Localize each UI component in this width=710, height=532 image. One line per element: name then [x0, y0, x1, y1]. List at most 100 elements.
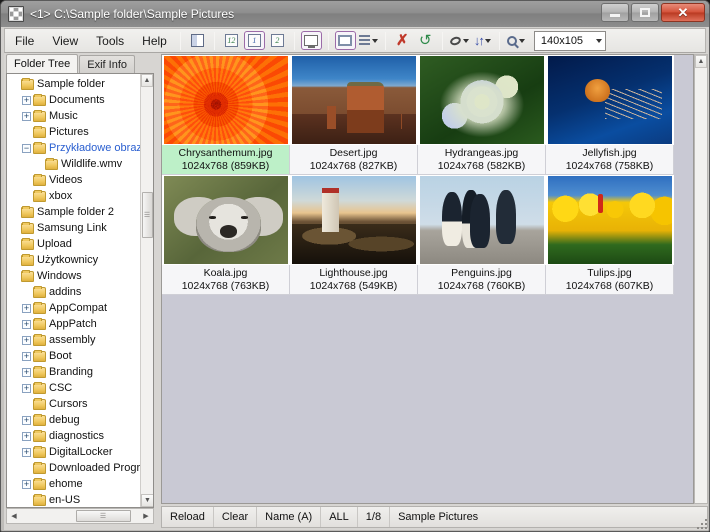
scroll-up-arrow[interactable]: ▲ [695, 55, 707, 68]
filter-label[interactable]: ALL [321, 507, 358, 527]
zoom-button[interactable] [506, 31, 527, 50]
tree-item[interactable]: + assembly [7, 332, 142, 348]
thumbnail-view[interactable]: Chrysanthemum.jpg 1024x768 (859KB) Desert.… [161, 54, 694, 504]
tree-item[interactable]: en-US [7, 492, 142, 507]
tree-item[interactable]: + AppCompat [7, 300, 142, 316]
clear-button[interactable]: Clear [214, 507, 258, 527]
tree-item[interactable]: − Przykładowe obrazy [7, 140, 147, 156]
page-12-view-button[interactable]: 12 [221, 31, 242, 50]
tree-item[interactable]: Windows [7, 268, 142, 284]
size-dropdown[interactable]: 140x105 [533, 30, 606, 51]
tree-item[interactable]: Downloaded Progra [7, 460, 146, 476]
expand-icon[interactable]: + [22, 447, 31, 457]
expand-icon[interactable]: + [22, 479, 31, 489]
tree-item[interactable]: + CSC [7, 380, 142, 396]
page-2-view-button[interactable]: 2 [267, 31, 288, 50]
tree-item[interactable]: + DigitalLocker [7, 444, 142, 460]
tree-item[interactable]: Sample folder [7, 76, 142, 92]
tree-item[interactable]: + ehome [7, 476, 142, 492]
folder-tree[interactable]: Sample folder + Documents + Music Pictures − Pr… [6, 73, 154, 508]
thumbnail-view-button[interactable] [334, 31, 356, 50]
thumbnail-image[interactable] [290, 175, 418, 265]
thumbnail-cell[interactable]: Koala.jpg 1024x768 (763KB) [162, 175, 290, 295]
window-view-button[interactable] [300, 31, 322, 50]
thumbnail-image[interactable] [546, 175, 674, 265]
scroll-left-arrow[interactable]: ◀ [7, 509, 21, 523]
menu-help[interactable]: Help [134, 31, 175, 51]
tree-horizontal-scrollbar[interactable]: ◀ ☰ ▶ [6, 508, 154, 524]
tree-item[interactable]: Sample folder 2 [7, 204, 142, 220]
close-button[interactable]: ✕ [661, 3, 705, 22]
expand-icon[interactable]: + [22, 303, 31, 313]
thumbnail-cell[interactable]: Hydrangeas.jpg 1024x768 (582KB) [418, 55, 546, 175]
tree-item[interactable]: Wildlife.wmv [7, 156, 142, 172]
expand-icon[interactable]: + [22, 367, 31, 377]
tree-item[interactable]: + debug [7, 412, 142, 428]
minimize-button[interactable] [601, 3, 629, 22]
thumbnail-image[interactable] [290, 55, 418, 145]
delete-button[interactable]: ✗ [392, 31, 413, 50]
tree-item[interactable]: addins [7, 284, 142, 300]
expand-icon[interactable]: + [22, 431, 31, 441]
tree-item[interactable]: Samsung Link [7, 220, 142, 236]
thumbnail-image[interactable] [162, 175, 290, 265]
expand-icon[interactable]: + [22, 415, 31, 425]
hscroll-thumb[interactable]: ☰ [76, 510, 131, 522]
tree-item[interactable]: Użytkownicy [7, 252, 142, 268]
tab-folder-tree[interactable]: Folder Tree [6, 54, 79, 74]
menu-tools[interactable]: Tools [88, 31, 132, 51]
tree-item[interactable]: + Documents [7, 92, 142, 108]
scroll-down-arrow[interactable]: ▼ [141, 494, 153, 507]
thumbnail-cell[interactable]: Desert.jpg 1024x768 (827KB) [290, 55, 418, 175]
tree-item[interactable]: Pictures [7, 124, 142, 140]
expand-icon[interactable]: + [22, 111, 31, 121]
scroll-up-arrow[interactable]: ▲ [141, 74, 153, 87]
thumbnail-cell[interactable]: Tulips.jpg 1024x768 (607KB) [546, 175, 674, 295]
folder-icon [33, 445, 46, 458]
thumbnail-cell[interactable]: Chrysanthemum.jpg 1024x768 (859KB) [162, 55, 290, 175]
tree-item[interactable]: + Boot [7, 348, 142, 364]
expand-icon[interactable]: + [22, 319, 31, 329]
tab-exif-info[interactable]: Exif Info [79, 55, 135, 74]
expand-icon[interactable]: + [22, 351, 31, 361]
tree-item[interactable]: Videos [7, 172, 142, 188]
rotate-button[interactable] [448, 31, 470, 50]
expand-icon[interactable]: + [22, 383, 31, 393]
expand-icon[interactable]: + [22, 335, 31, 345]
sort-order-label[interactable]: Name (A) [257, 507, 322, 527]
hscroll-track[interactable]: ☰ [21, 509, 139, 523]
maximize-button[interactable] [631, 3, 659, 22]
thumbnail-cell[interactable]: Jellyfish.jpg 1024x768 (758KB) [546, 55, 674, 175]
tree-item[interactable]: + Music [7, 108, 142, 124]
refresh-button[interactable]: ↺ [415, 31, 436, 50]
single-page-view-button[interactable] [187, 31, 208, 50]
page-1-view-button[interactable]: 1 [243, 31, 265, 50]
resize-grip[interactable] [695, 517, 707, 529]
tree-item-label: Użytkownicy [37, 254, 99, 266]
sort-button[interactable]: ↓↑ [472, 31, 493, 50]
thumbnail-cell[interactable]: Penguins.jpg 1024x768 (760KB) [418, 175, 546, 295]
tree-item[interactable]: Upload [7, 236, 142, 252]
thumbnail-vertical-scrollbar[interactable]: ▲ [694, 54, 708, 504]
collapse-icon[interactable]: − [22, 143, 31, 153]
reload-button[interactable]: Reload [162, 507, 214, 527]
tree-item[interactable]: + Branding [7, 364, 142, 380]
thumbnail-image[interactable] [418, 175, 546, 265]
tree-item[interactable]: xbox [7, 188, 142, 204]
tree-vertical-scrollbar[interactable]: ▲ ☰ ▼ [140, 74, 153, 507]
thumbnail-cell[interactable]: Lighthouse.jpg 1024x768 (549KB) [290, 175, 418, 295]
thumbnail-image[interactable] [546, 55, 674, 145]
thumbnail-image[interactable] [418, 55, 546, 145]
menu-file[interactable]: File [7, 31, 42, 51]
tree-root: Sample folder + Documents + Music Pictures − Pr… [7, 76, 147, 507]
list-view-button[interactable] [358, 31, 379, 50]
scroll-right-arrow[interactable]: ▶ [139, 509, 153, 523]
scroll-thumb[interactable]: ☰ [142, 192, 153, 238]
tree-item[interactable]: Cursors [7, 396, 142, 412]
menu-view[interactable]: View [44, 31, 86, 51]
tree-item[interactable]: + diagnostics [7, 428, 142, 444]
expand-icon[interactable]: + [22, 95, 31, 105]
tree-item[interactable]: + AppPatch [7, 316, 142, 332]
thumbnail-image[interactable] [162, 55, 290, 145]
